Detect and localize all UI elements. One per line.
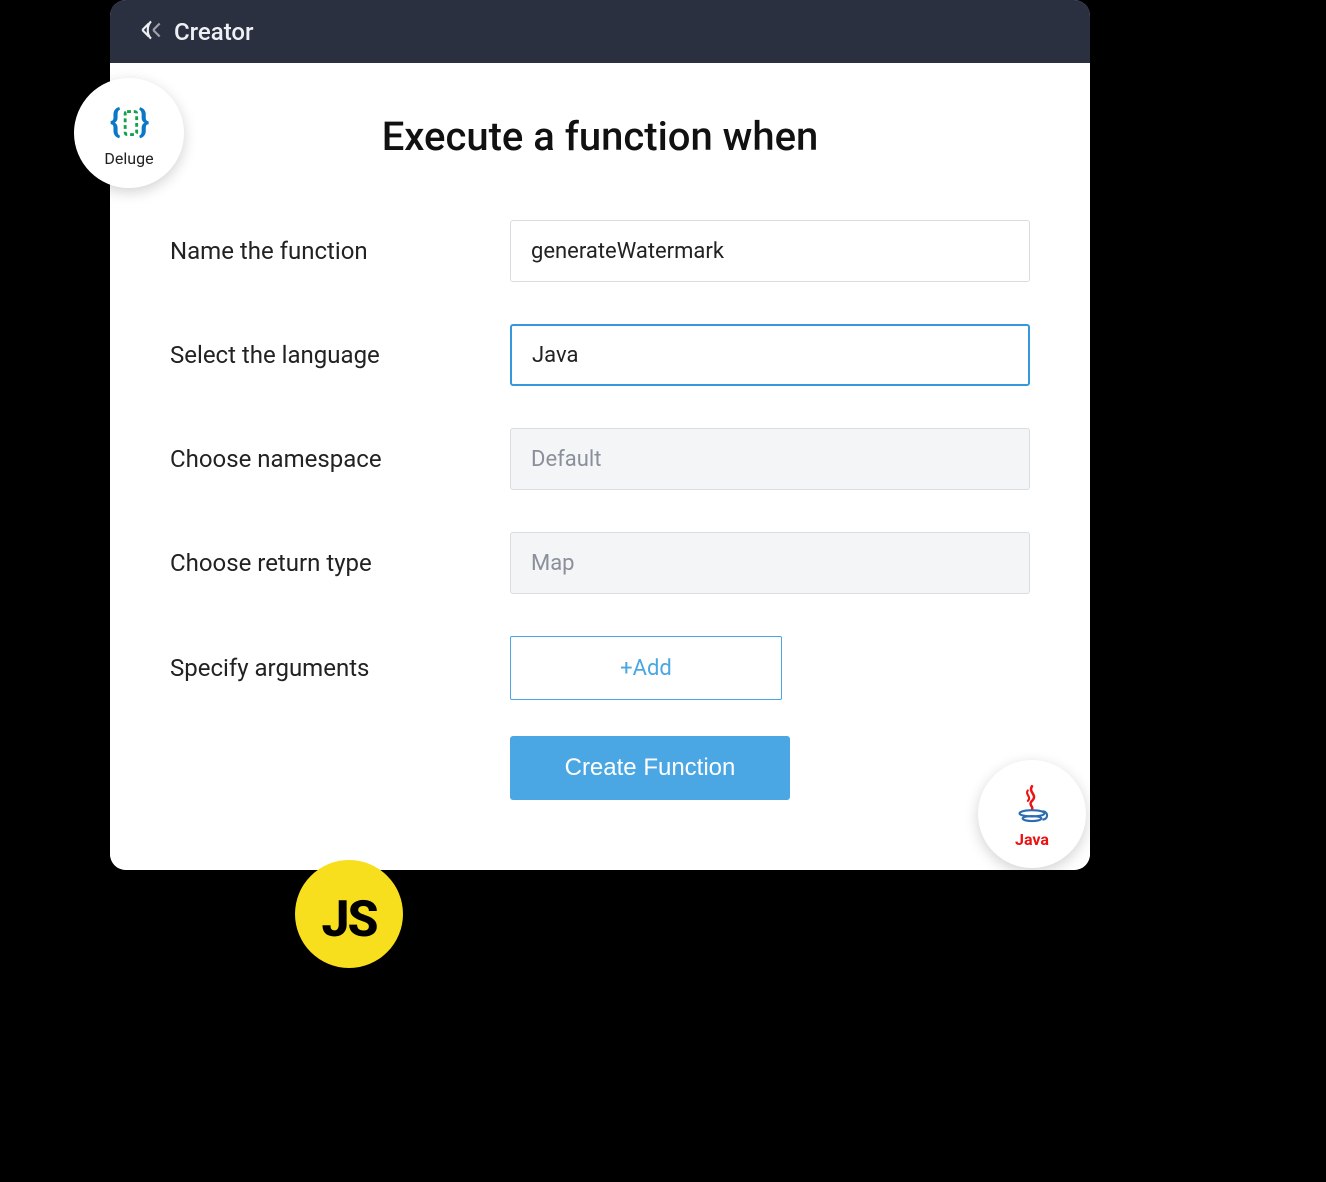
function-name-input[interactable] — [531, 239, 1009, 264]
create-function-button[interactable]: Create Function — [510, 736, 790, 800]
js-badge: JS — [295, 860, 403, 968]
deluge-icon: { } — [105, 99, 153, 147]
js-icon: JS — [295, 860, 403, 968]
function-name-input-wrap[interactable] — [510, 220, 1030, 282]
label-language: Select the language — [170, 341, 510, 369]
label-namespace: Choose namespace — [170, 445, 510, 473]
creator-icon — [138, 17, 164, 47]
label-arguments: Specify arguments — [170, 654, 510, 682]
js-badge-label: JS — [321, 891, 376, 949]
app-logo: Creator — [138, 17, 254, 47]
add-argument-button[interactable]: +Add — [510, 636, 782, 700]
language-select[interactable]: Java — [510, 324, 1030, 386]
java-badge: Java — [978, 760, 1086, 868]
svg-text:}: } — [139, 102, 150, 140]
app-title: Creator — [174, 18, 254, 46]
return-type-select[interactable]: Map — [510, 532, 1030, 594]
java-icon — [1007, 780, 1057, 834]
add-argument-label: +Add — [620, 656, 672, 681]
language-select-value: Java — [532, 343, 578, 368]
row-namespace: Choose namespace Default — [170, 428, 1030, 490]
return-type-value: Map — [531, 551, 575, 576]
svg-text:{: { — [110, 102, 121, 140]
deluge-badge-label: Deluge — [104, 149, 153, 168]
row-language: Select the language Java — [170, 324, 1030, 386]
namespace-select[interactable]: Default — [510, 428, 1030, 490]
row-arguments: Specify arguments +Add — [170, 636, 1030, 700]
label-return-type: Choose return type — [170, 549, 510, 577]
submit-row: Create Function — [170, 736, 1030, 800]
row-function-name: Name the function — [170, 220, 1030, 282]
app-window: Creator Execute a function when Name the… — [110, 0, 1090, 870]
titlebar: Creator — [110, 0, 1090, 63]
page-title: Execute a function when — [170, 113, 1030, 160]
namespace-value: Default — [531, 447, 601, 472]
create-function-label: Create Function — [565, 754, 736, 782]
row-return-type: Choose return type Map — [170, 532, 1030, 594]
deluge-badge: { } Deluge — [74, 78, 184, 188]
form-panel: Execute a function when Name the functio… — [110, 63, 1090, 870]
label-function-name: Name the function — [170, 237, 510, 265]
java-badge-label: Java — [1015, 830, 1049, 849]
